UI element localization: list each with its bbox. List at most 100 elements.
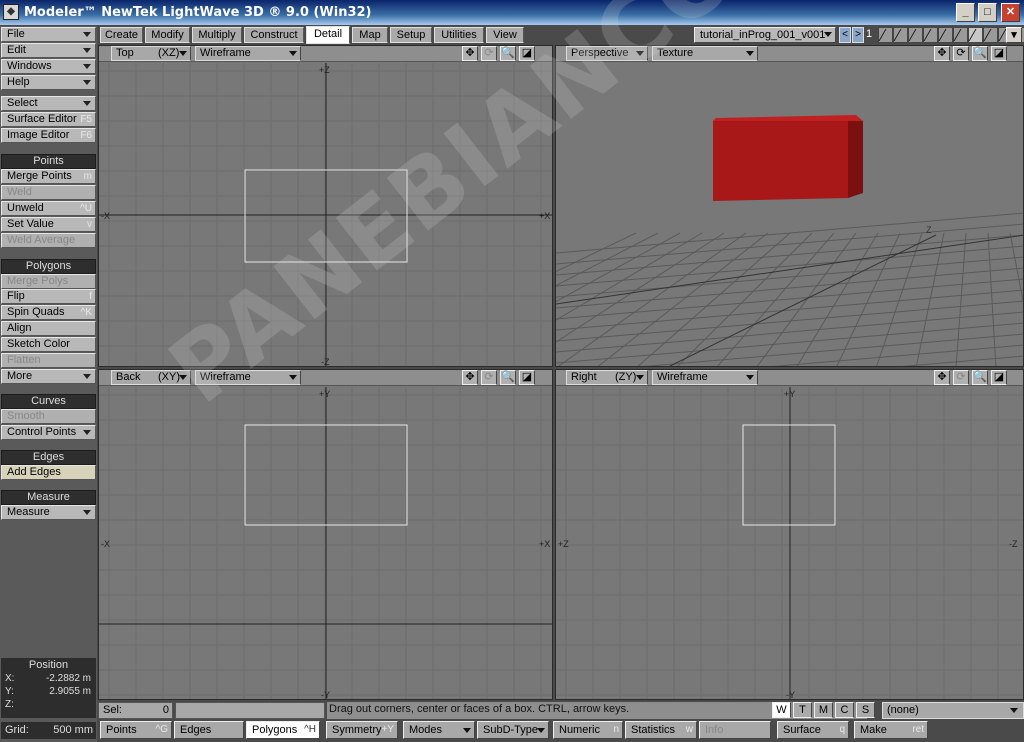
- zoom-icon[interactable]: 🔍: [500, 46, 516, 61]
- align-button[interactable]: Align: [1, 321, 96, 336]
- layer-slot[interactable]: [923, 27, 938, 43]
- weight-map-button[interactable]: W: [772, 702, 791, 718]
- polygons-mode-button[interactable]: Polygons ^H: [246, 721, 320, 739]
- more-menu[interactable]: More: [1, 369, 96, 384]
- morph-map-button[interactable]: M: [814, 702, 833, 718]
- layer-menu-button[interactable]: ▾: [1006, 27, 1022, 43]
- select-menu[interactable]: Select: [1, 96, 96, 111]
- move-icon[interactable]: ✥: [462, 46, 478, 61]
- symmetry-button[interactable]: Symmetry +Y: [326, 721, 398, 739]
- tab-utilities[interactable]: Utilities: [434, 27, 484, 43]
- info-button[interactable]: Info: [699, 721, 771, 739]
- help-menu[interactable]: Help: [1, 75, 96, 90]
- modes-menu[interactable]: Modes: [403, 721, 475, 739]
- zoom-icon[interactable]: 🔍: [972, 46, 988, 61]
- tab-multiply[interactable]: Multiply: [192, 27, 242, 43]
- smooth-button[interactable]: Smooth: [1, 409, 96, 424]
- surface-editor-button[interactable]: Surface Editor F5: [1, 112, 96, 127]
- layer-slot[interactable]: [938, 27, 953, 43]
- chevron-down-icon: [179, 375, 187, 380]
- maximize-button[interactable]: □: [978, 3, 997, 22]
- tab-detail[interactable]: Detail: [306, 26, 350, 44]
- render-mode-select[interactable]: Texture: [652, 46, 758, 61]
- viewport-canvas[interactable]: Z: [556, 63, 1023, 366]
- maximize-icon[interactable]: ◪: [991, 370, 1007, 385]
- view-type-select[interactable]: Perspective: [566, 46, 648, 61]
- color-map-button[interactable]: C: [835, 702, 854, 718]
- render-mode-select[interactable]: Wireframe: [652, 370, 758, 385]
- add-edges-button[interactable]: Add Edges: [1, 465, 96, 480]
- move-icon[interactable]: ✥: [934, 46, 950, 61]
- numeric-button[interactable]: Numeric n: [553, 721, 623, 739]
- statistics-button[interactable]: Statistics w: [625, 721, 697, 739]
- minimize-button[interactable]: _: [956, 3, 975, 22]
- tab-construct[interactable]: Construct: [244, 27, 304, 43]
- merge-points-button[interactable]: Merge Points m: [1, 169, 96, 184]
- selection-set-button[interactable]: S: [856, 702, 875, 718]
- layer-slot[interactable]: [908, 27, 923, 43]
- layer-slot[interactable]: [953, 27, 968, 43]
- render-mode-select[interactable]: Wireframe: [195, 370, 301, 385]
- viewport-canvas[interactable]: +Y -Y +Z -Z: [556, 387, 1023, 699]
- close-button[interactable]: ✕: [1001, 3, 1020, 22]
- make-button[interactable]: Make ret: [854, 721, 928, 739]
- texture-map-button[interactable]: T: [793, 702, 812, 718]
- rotate-icon[interactable]: ⟳: [953, 46, 969, 61]
- next-layer-button[interactable]: >: [852, 27, 864, 43]
- control-points-menu[interactable]: Control Points: [1, 425, 96, 440]
- move-icon[interactable]: ✥: [934, 370, 950, 385]
- viewport-canvas[interactable]: +Y -Y -X +X: [99, 387, 552, 699]
- zoom-icon[interactable]: 🔍: [972, 370, 988, 385]
- tab-setup[interactable]: Setup: [390, 27, 432, 43]
- sketch-color-button[interactable]: Sketch Color: [1, 337, 96, 352]
- vmap-select[interactable]: (none): [882, 702, 1024, 719]
- weld-button[interactable]: Weld: [1, 185, 96, 200]
- maximize-icon[interactable]: ◪: [519, 370, 535, 385]
- prev-layer-button[interactable]: <: [839, 27, 851, 43]
- edit-menu[interactable]: Edit: [1, 43, 96, 58]
- rotate-icon[interactable]: ⟳: [481, 46, 497, 61]
- spin-quads-button[interactable]: Spin Quads ^K: [1, 305, 96, 320]
- tab-map[interactable]: Map: [352, 27, 388, 43]
- points-mode-button[interactable]: Points ^G: [100, 721, 172, 739]
- file-menu[interactable]: File: [1, 27, 96, 42]
- viewport-back[interactable]: Back (XY) Wireframe ✥ ⟳ 🔍 ◪ +Y -Y -X +X: [98, 369, 553, 700]
- tab-modify[interactable]: Modify: [145, 27, 190, 43]
- subd-type-menu[interactable]: SubD-Type: [477, 721, 549, 739]
- viewport-perspective[interactable]: Perspective Texture ✥ ⟳ 🔍 ◪ Z: [555, 45, 1024, 367]
- render-mode-select[interactable]: Wireframe: [195, 46, 301, 61]
- view-type-select[interactable]: Top (XZ): [111, 46, 191, 61]
- layer-number: 1: [866, 28, 873, 40]
- image-editor-button[interactable]: Image Editor F6: [1, 128, 96, 143]
- layer-slot[interactable]: [968, 27, 983, 43]
- layer-slot[interactable]: [983, 27, 998, 43]
- view-type-select[interactable]: Right (ZY): [566, 370, 648, 385]
- chevron-down-icon: [83, 80, 91, 85]
- viewport-right[interactable]: Right (ZY) Wireframe ✥ ⟳ 🔍 ◪ +Y -Y +Z -Z: [555, 369, 1024, 700]
- layer-slot[interactable]: [893, 27, 908, 43]
- set-value-button[interactable]: Set Value v: [1, 217, 96, 232]
- merge-polys-button[interactable]: Merge Polys: [1, 274, 96, 289]
- windows-menu[interactable]: Windows: [1, 59, 96, 74]
- rotate-icon[interactable]: ⟳: [953, 370, 969, 385]
- maximize-icon[interactable]: ◪: [991, 46, 1007, 61]
- flip-button[interactable]: Flip f: [1, 289, 96, 304]
- measure-menu[interactable]: Measure: [1, 505, 96, 520]
- zoom-icon[interactable]: 🔍: [500, 370, 516, 385]
- maximize-icon[interactable]: ◪: [519, 46, 535, 61]
- layer-slot[interactable]: [878, 27, 893, 43]
- view-type-select[interactable]: Back (XY): [111, 370, 191, 385]
- layer-selector[interactable]: tutorial_inProg_001_v001: [694, 27, 836, 43]
- edges-mode-button[interactable]: Edges: [174, 721, 244, 739]
- surface-button[interactable]: Surface q: [777, 721, 849, 739]
- tab-create[interactable]: Create: [100, 27, 143, 43]
- axis-label-w: -X: [101, 539, 110, 549]
- flatten-button[interactable]: Flatten: [1, 353, 96, 368]
- rotate-icon[interactable]: ⟳: [481, 370, 497, 385]
- unweld-button[interactable]: Unweld ^U: [1, 201, 96, 216]
- viewport-top[interactable]: Top (XZ) Wireframe ✥ ⟳ 🔍 ◪ +Z -Z -X +X: [98, 45, 553, 367]
- viewport-canvas[interactable]: +Z -Z -X +X: [99, 63, 552, 366]
- weld-average-button[interactable]: Weld Average: [1, 233, 96, 248]
- move-icon[interactable]: ✥: [462, 370, 478, 385]
- tab-view[interactable]: View: [486, 27, 524, 43]
